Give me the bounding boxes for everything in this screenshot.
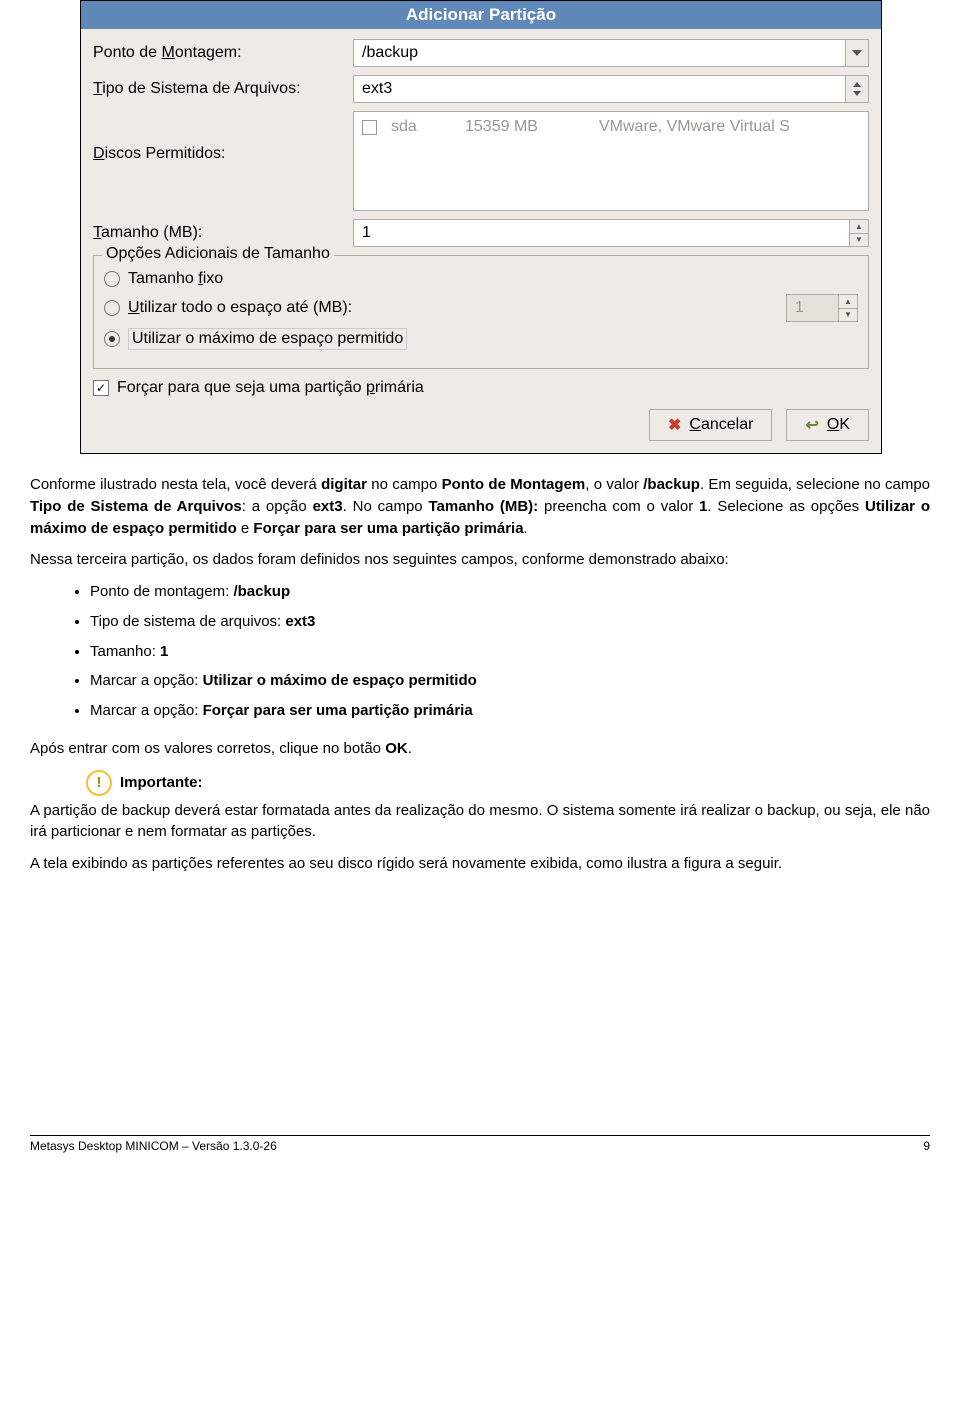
mount-point-combo[interactable]: /backup <box>353 39 869 67</box>
mount-point-label: Ponto de Montagem: <box>93 44 353 62</box>
paragraph-2: Nessa terceira partição, os dados foram … <box>30 549 930 571</box>
add-partition-dialog: Adicionar Partição Ponto de Montagem: /b… <box>80 0 882 454</box>
warning-icon: ! <box>86 770 112 796</box>
size-spinner[interactable]: 1 ▲▼ <box>353 219 869 247</box>
cancel-icon: ✖ <box>668 415 681 435</box>
additional-size-options: Opções Adicionais de Tamanho Tamanho fix… <box>93 255 869 369</box>
allowable-drives-label: Discos Permitidos: <box>93 111 353 163</box>
fill-up-spinner: 1 ▲▼ <box>786 294 858 322</box>
footer-page-number: 9 <box>923 1139 930 1153</box>
mount-point-value[interactable]: /backup <box>354 40 845 66</box>
list-item: Marcar a opção: Utilizar o máximo de esp… <box>90 670 930 692</box>
size-label: Tamanho (MB): <box>93 224 353 242</box>
radio-icon[interactable] <box>104 331 120 347</box>
paragraph-3: Após entrar com os valores corretos, cli… <box>30 738 930 760</box>
checkbox-icon[interactable]: ✓ <box>93 380 109 396</box>
radio-fill-max-label: Utilizar o máximo de espaço permitido <box>128 328 407 350</box>
filesystem-type-combo[interactable]: ext3 <box>353 75 869 103</box>
disk-row[interactable]: sda 15359 MB VMware, VMware Virtual S <box>362 118 860 136</box>
disk-checkbox[interactable] <box>362 120 377 135</box>
mount-point-dropdown-button[interactable] <box>845 40 868 66</box>
paragraph-4: A tela exibindo as partições referentes … <box>30 853 930 875</box>
ok-button[interactable]: ↩ OK <box>786 409 869 441</box>
config-list: Ponto de montagem: /backup Tipo de siste… <box>30 581 930 722</box>
filesystem-type-dropdown-button[interactable] <box>845 76 868 102</box>
important-label: Importante: <box>120 772 203 794</box>
disk-model: VMware, VMware Virtual S <box>599 118 860 136</box>
additional-size-legend: Opções Adicionais de Tamanho <box>102 245 334 263</box>
filesystem-type-value[interactable]: ext3 <box>354 76 845 102</box>
footer-left: Metasys Desktop MINICOM – Versão 1.3.0-2… <box>30 1139 277 1153</box>
radio-fixed-size[interactable]: Tamanho fixo <box>104 270 858 288</box>
dialog-title: Adicionar Partição <box>81 1 881 29</box>
ok-label: OK <box>827 416 850 434</box>
list-item: Tamanho: 1 <box>90 641 930 663</box>
list-item: Ponto de montagem: /backup <box>90 581 930 603</box>
ok-icon: ↩ <box>805 415 818 435</box>
paragraph-1: Conforme ilustrado nesta tela, você deve… <box>30 474 930 539</box>
fill-up-value: 1 <box>787 295 838 321</box>
force-primary-checkbox-row[interactable]: ✓ Forçar para que seja uma partição prim… <box>93 379 869 397</box>
radio-fill-up-label: Utilizar todo o espaço até (MB): <box>128 299 778 317</box>
allowable-drives-list[interactable]: sda 15359 MB VMware, VMware Virtual S <box>353 111 869 211</box>
page-footer: Metasys Desktop MINICOM – Versão 1.3.0-2… <box>30 1135 930 1153</box>
radio-icon[interactable] <box>104 271 120 287</box>
list-item: Marcar a opção: Forçar para ser uma part… <box>90 700 930 722</box>
important-heading: ! Importante: <box>86 770 930 796</box>
chevron-down-icon <box>852 50 862 56</box>
fill-up-spin-buttons: ▲▼ <box>838 295 857 321</box>
cancel-button[interactable]: ✖ Cancelar <box>649 409 772 441</box>
dialog-button-row: ✖ Cancelar ↩ OK <box>93 409 869 441</box>
radio-icon[interactable] <box>104 300 120 316</box>
size-value[interactable]: 1 <box>354 220 849 246</box>
disk-size: 15359 MB <box>465 118 585 136</box>
radio-fill-up-to[interactable]: Utilizar todo o espaço até (MB): 1 ▲▼ <box>104 294 858 322</box>
size-spin-buttons[interactable]: ▲▼ <box>849 220 868 246</box>
important-text: A partição de backup deverá estar format… <box>30 800 930 844</box>
document-body: Conforme ilustrado nesta tela, você deve… <box>0 454 960 875</box>
disk-name: sda <box>391 118 451 136</box>
radio-fixed-label: Tamanho fixo <box>128 270 223 288</box>
dialog-body: Ponto de Montagem: /backup Tipo de Siste… <box>81 29 881 453</box>
updown-icon <box>852 82 862 96</box>
cancel-label: Cancelar <box>689 416 753 434</box>
filesystem-type-label: Tipo de Sistema de Arquivos: <box>93 80 353 98</box>
force-primary-label: Forçar para que seja uma partição primár… <box>117 379 424 397</box>
list-item: Tipo de sistema de arquivos: ext3 <box>90 611 930 633</box>
radio-fill-max[interactable]: Utilizar o máximo de espaço permitido <box>104 328 858 350</box>
